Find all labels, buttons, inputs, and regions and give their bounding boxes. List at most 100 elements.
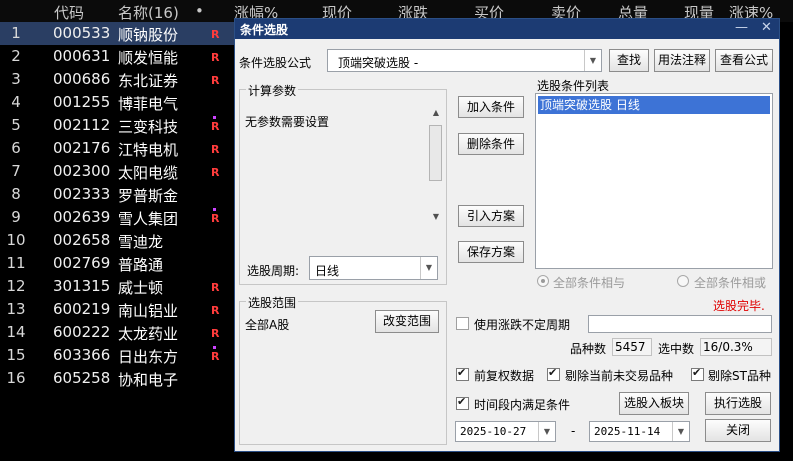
table-row[interactable]: 14 600222 太龙药业 R — [0, 321, 236, 344]
condition-list-item[interactable]: 顶端突破选股 日线 — [538, 96, 770, 114]
row-index: 3 — [11, 70, 21, 88]
uncertain-period-checkbox[interactable] — [456, 317, 469, 330]
scroll-up-icon[interactable]: ▲ — [428, 108, 444, 117]
add-condition-button[interactable]: 加入条件 — [458, 96, 524, 118]
chevron-down-icon[interactable]: ▼ — [420, 257, 437, 279]
import-plan-button[interactable]: 引入方案 — [458, 205, 524, 227]
row-index: 13 — [6, 300, 26, 318]
stock-name: 博菲电气 — [118, 95, 179, 113]
row-index: 15 — [6, 346, 26, 364]
pre-rights-checkbox[interactable] — [456, 366, 469, 381]
dialog-title: 条件选股 — [240, 23, 289, 37]
minimize-icon[interactable]: — — [735, 20, 748, 35]
stock-name: 三变科技 — [118, 118, 179, 136]
financing-flag: R — [211, 166, 220, 179]
table-row[interactable]: 8 002333 罗普斯金 — [0, 183, 236, 206]
financing-flag: R — [211, 281, 220, 294]
scroll-down-icon[interactable]: ▼ — [428, 212, 444, 221]
row-index: 6 — [11, 139, 21, 157]
table-row[interactable]: 10 002658 雪迪龙 — [0, 229, 236, 252]
params-scrollbar[interactable]: ▲ ▼ — [428, 108, 444, 226]
execute-button[interactable]: 执行选股 — [705, 392, 771, 415]
row-index: 16 — [6, 369, 26, 387]
stock-name: 顺发恒能 — [118, 49, 179, 67]
table-row[interactable]: 13 600219 南山铝业 R — [0, 298, 236, 321]
chevron-down-icon[interactable]: ▼ — [584, 50, 601, 71]
chevron-down-icon[interactable]: ▼ — [672, 422, 689, 441]
table-row[interactable]: 5 002112 三变科技 R — [0, 114, 236, 137]
row-index: 11 — [6, 254, 26, 272]
table-row[interactable]: 6 002176 江特电机 R — [0, 137, 236, 160]
dialog-titlebar[interactable]: 条件选股 — ✕ — [235, 19, 779, 39]
date-from-value: 2025-10-27 — [460, 425, 527, 438]
col-dot[interactable]: • — [195, 2, 204, 20]
financing-flag: R — [211, 28, 220, 41]
close-button[interactable]: 关闭 — [705, 419, 771, 442]
stock-name: 雪人集团 — [118, 210, 179, 228]
time-range-checkbox[interactable] — [456, 395, 469, 410]
change-range-button[interactable]: 改变范围 — [375, 310, 439, 333]
date-separator: - — [571, 424, 576, 438]
view-formula-button[interactable]: 查看公式 — [715, 49, 773, 72]
stock-name: 罗普斯金 — [118, 187, 179, 205]
add-to-board-button[interactable]: 选股入板块 — [619, 392, 689, 415]
financing-flag: R — [211, 304, 220, 317]
stock-name: 雪迪龙 — [118, 233, 164, 251]
find-button[interactable]: 查找 — [609, 49, 649, 72]
chevron-down-icon[interactable]: ▼ — [538, 422, 555, 441]
stock-code: 002769 — [53, 254, 111, 272]
financing-flag: R — [211, 327, 220, 340]
table-row[interactable]: 15 603366 日出东方 R — [0, 344, 236, 367]
remove-untraded-checkbox[interactable] — [547, 366, 560, 381]
table-row[interactable]: 16 605258 协和电子 — [0, 367, 236, 390]
radio-or-label: 全部条件相或 — [694, 276, 767, 290]
formula-label: 条件选股公式 — [239, 56, 312, 70]
table-row[interactable]: 4 001255 博菲电气 — [0, 91, 236, 114]
save-plan-button[interactable]: 保存方案 — [458, 241, 524, 263]
selected-field: 16/0.3% — [700, 338, 772, 356]
uncertain-period-input[interactable] — [588, 315, 772, 333]
stock-code: 605258 — [53, 369, 111, 387]
financing-flag: R — [211, 350, 220, 363]
stock-code: 600222 — [53, 323, 111, 341]
date-to-value: 2025-11-14 — [594, 425, 661, 438]
params-text: 无参数需要设置 — [245, 115, 330, 129]
status-text: 选股完毕. — [713, 299, 765, 313]
table-row[interactable]: 9 002639 雪人集团 R — [0, 206, 236, 229]
date-to-input[interactable]: 2025-11-14 ▼ — [589, 421, 690, 442]
date-from-input[interactable]: 2025-10-27 ▼ — [455, 421, 556, 442]
row-index: 5 — [11, 116, 21, 134]
period-select[interactable]: 日线 ▼ — [309, 256, 438, 280]
table-row[interactable]: 2 000631 顺发恒能 R — [0, 45, 236, 68]
financing-flag: R — [211, 143, 220, 156]
formula-value: 顶端突破选股 - — [338, 56, 419, 70]
formula-select[interactable]: 顶端突破选股 - ▼ — [327, 49, 602, 72]
stock-count-label: 品种数 — [570, 342, 607, 356]
range-group: 选股范围 全部A股 改变范围 — [239, 294, 447, 445]
radio-and[interactable] — [537, 275, 549, 287]
financing-flag: R — [211, 74, 220, 87]
condition-list[interactable]: 顶端突破选股 日线 — [535, 93, 773, 269]
selected-label: 选中数 — [658, 342, 695, 356]
col-name[interactable]: 名称(16) — [118, 2, 179, 23]
table-row[interactable]: 11 002769 普路通 — [0, 252, 236, 275]
remove-st-checkbox[interactable] — [691, 366, 704, 381]
usage-note-button[interactable]: 用法注释 — [654, 49, 710, 72]
table-row[interactable]: 12 301315 威士顿 R — [0, 275, 236, 298]
params-group: 计算参数 无参数需要设置 ▲ ▼ 选股周期: 日线 ▼ — [239, 82, 447, 285]
stock-code: 603366 — [53, 346, 111, 364]
row-index: 14 — [6, 323, 26, 341]
delete-condition-button[interactable]: 删除条件 — [458, 133, 524, 155]
close-icon[interactable]: ✕ — [761, 20, 772, 35]
table-row[interactable]: 1 000533 顺钠股份 R — [0, 22, 236, 45]
row-index: 1 — [11, 24, 21, 42]
row-index: 4 — [11, 93, 21, 111]
radio-or[interactable] — [677, 275, 689, 287]
scroll-thumb[interactable] — [429, 125, 442, 181]
stock-code: 002658 — [53, 231, 111, 249]
selected-value: 16/0.3% — [703, 340, 753, 354]
marker-dot-icon — [213, 208, 216, 211]
table-row[interactable]: 3 000686 东北证券 R — [0, 68, 236, 91]
col-code[interactable]: 代码 — [54, 2, 84, 23]
table-row[interactable]: 7 002300 太阳电缆 R — [0, 160, 236, 183]
